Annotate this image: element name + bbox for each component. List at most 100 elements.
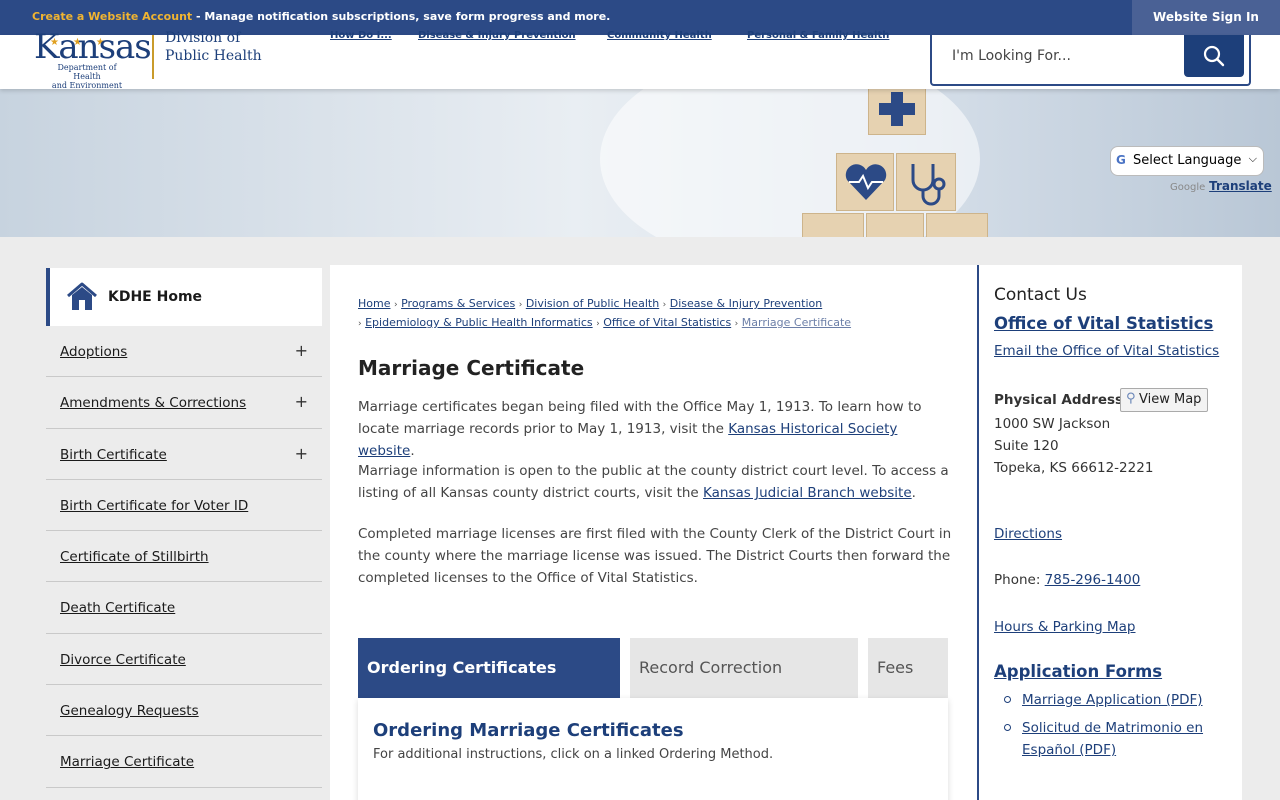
breadcrumb-home[interactable]: Home [358, 297, 390, 310]
application-forms-title[interactable]: Application Forms [994, 662, 1162, 681]
search-box: I'm Looking For... [930, 35, 1251, 86]
sidebar-item-label[interactable]: Amendments & Corrections [60, 395, 246, 411]
site-header: ★★★ Kansas Department of Health and Envi… [0, 27, 1280, 90]
address-line: 1000 SW Jackson [994, 416, 1111, 432]
breadcrumb-separator: › [662, 300, 667, 310]
bullet-icon [1004, 724, 1011, 731]
breadcrumb-disease[interactable]: Disease & Injury Prevention [670, 297, 822, 310]
breadcrumb-programs[interactable]: Programs & Services [401, 297, 515, 310]
sidebar-item-amendments[interactable]: Amendments & Corrections + [46, 377, 322, 429]
logo-division: Division of Public Health [165, 29, 262, 65]
tab-record-correction[interactable]: Record Correction [630, 638, 858, 698]
paragraph-text: . [911, 485, 916, 501]
breadcrumb-division[interactable]: Division of Public Health [526, 297, 659, 310]
google-label: Google [1170, 182, 1206, 193]
chevron-down-icon: ⌵ [1248, 152, 1257, 165]
sidebar-item-birth-certificate-voter-id[interactable]: Birth Certificate for Voter ID [46, 480, 322, 532]
phone-link[interactable]: 785-296-1400 [1045, 572, 1141, 588]
breadcrumb-current[interactable]: Marriage Certificate [742, 316, 851, 329]
sidebar-item-label[interactable]: Marriage Certificate [60, 754, 194, 770]
breadcrumb-epidemiology[interactable]: Epidemiology & Public Health Informatics [365, 316, 593, 329]
email-link[interactable]: Email the Office of Vital Statistics [994, 343, 1219, 359]
medical-cross-icon [879, 92, 915, 126]
address-line: Topeka, KS 66612-2221 [994, 460, 1154, 476]
sidebar-item-birth-certificate[interactable]: Birth Certificate + [46, 429, 322, 480]
create-account-link[interactable]: Create a Website Account [32, 10, 192, 23]
sidebar-item-label[interactable]: Adoptions [60, 344, 127, 360]
phone-label: Phone: [994, 572, 1045, 588]
sidebar-item-marriage-certificate[interactable]: Marriage Certificate [46, 736, 322, 788]
view-map-label: View Map [1139, 392, 1202, 407]
sidebar-item-adoptions[interactable]: Adoptions + [46, 326, 322, 378]
sidebar-home-label: KDHE Home [108, 289, 203, 305]
expand-icon[interactable]: + [295, 341, 308, 360]
sidebar-item-label[interactable]: Genealogy Requests [60, 703, 199, 719]
stethoscope-block [896, 153, 956, 211]
form-link[interactable]: Marriage Application (PDF) [1022, 692, 1203, 708]
nav-community-health[interactable]: Community Health [607, 30, 712, 41]
breadcrumb-separator: › [358, 319, 362, 329]
logo-divider [152, 35, 154, 79]
tab-fees[interactable]: Fees [868, 638, 948, 698]
block-bottom-mid [866, 213, 924, 237]
logo-division-line1: Division of [165, 30, 241, 46]
hours-parking-link[interactable]: Hours & Parking Map [994, 619, 1136, 635]
sidebar-item-stillbirth[interactable]: Certificate of Stillbirth [46, 531, 322, 583]
judicial-branch-link[interactable]: Kansas Judicial Branch website [703, 485, 912, 501]
search-button[interactable] [1184, 35, 1244, 77]
breadcrumb-vital-stats[interactable]: Office of Vital Statistics [603, 316, 731, 329]
heartbeat-icon [845, 164, 887, 200]
search-input[interactable]: I'm Looking For... [952, 48, 1071, 64]
nav-how-do-i[interactable]: How Do I... [330, 30, 392, 41]
sidebar-item-label[interactable]: Birth Certificate for Voter ID [60, 498, 248, 514]
expand-icon[interactable]: + [295, 392, 308, 411]
expand-icon[interactable]: + [295, 444, 308, 463]
address: 1000 SW Jackson Suite 120 Topeka, KS 666… [994, 413, 1153, 479]
logo-dept-line1: Department of Health [57, 63, 117, 81]
directions-link[interactable]: Directions [994, 526, 1062, 542]
block-bottom-left [802, 213, 864, 237]
sidebar-item-label[interactable]: Divorce Certificate [60, 652, 186, 668]
sidebar-item-death-certificate[interactable]: Death Certificate [46, 582, 322, 634]
google-translate: Google Translate [1170, 179, 1272, 193]
contact-title: Contact Us [994, 285, 1087, 305]
form-link[interactable]: Solicitud de Matrimonio en Español (PDF) [1022, 720, 1203, 758]
paragraph-history: Marriage certificates began being filed … [358, 396, 954, 462]
physical-address-label: Physical Address [994, 392, 1124, 408]
contact-panel: Contact Us Office of Vital Statistics Em… [977, 265, 1242, 800]
tab-ordering-certificates[interactable]: Ordering Certificates [358, 638, 620, 698]
paragraph-text: . [410, 443, 415, 459]
main-content: Home › Programs & Services › Division of… [330, 265, 978, 800]
forms-list: Marriage Application (PDF) Solicitud de … [1004, 689, 1224, 767]
logo-kansas-text: Kansas [34, 27, 152, 67]
website-sign-in-button[interactable]: Website Sign In [1132, 0, 1280, 35]
sidebar-item-divorce-certificate[interactable]: Divorce Certificate [46, 634, 322, 686]
search-icon [1203, 45, 1225, 67]
sidebar: KDHE Home Adoptions + Amendments & Correc… [46, 268, 322, 788]
language-select[interactable]: G Select Language ⌵ [1110, 146, 1264, 176]
breadcrumb-separator: › [518, 300, 523, 310]
page-title: Marriage Certificate [358, 356, 585, 380]
sidebar-item-genealogy[interactable]: Genealogy Requests [46, 685, 322, 737]
breadcrumb-separator: › [734, 319, 739, 329]
list-item[interactable]: Solicitud de Matrimonio en Español (PDF) [1004, 717, 1224, 761]
sidebar-item-kdhe-home[interactable]: KDHE Home [46, 268, 322, 326]
view-map-button[interactable]: ⚲ View Map [1120, 388, 1208, 412]
office-link[interactable]: Office of Vital Statistics [994, 314, 1213, 333]
nav-personal-family-health[interactable]: Personal & Family Health [747, 30, 889, 41]
nav-disease-injury-prevention[interactable]: Disease & Injury Prevention [418, 30, 576, 41]
address-line: Suite 120 [994, 438, 1059, 454]
sidebar-item-label[interactable]: Death Certificate [60, 600, 175, 616]
paragraph-public: Marriage information is open to the publ… [358, 460, 954, 504]
translate-link[interactable]: Translate [1209, 179, 1272, 193]
hero-banner [0, 89, 1280, 237]
kdhe-logo[interactable]: ★★★ Kansas Department of Health and Envi… [34, 27, 264, 90]
logo-department: Department of Health and Environment [46, 63, 128, 90]
sidebar-item-label[interactable]: Birth Certificate [60, 447, 167, 463]
paragraph-licenses: Completed marriage licenses are first fi… [358, 526, 952, 586]
map-pin-icon: ⚲ [1126, 391, 1136, 406]
panel-title: Ordering Marriage Certificates [373, 720, 684, 741]
list-item[interactable]: Marriage Application (PDF) [1004, 689, 1224, 711]
home-icon [67, 282, 97, 310]
sidebar-item-label[interactable]: Certificate of Stillbirth [60, 549, 209, 565]
